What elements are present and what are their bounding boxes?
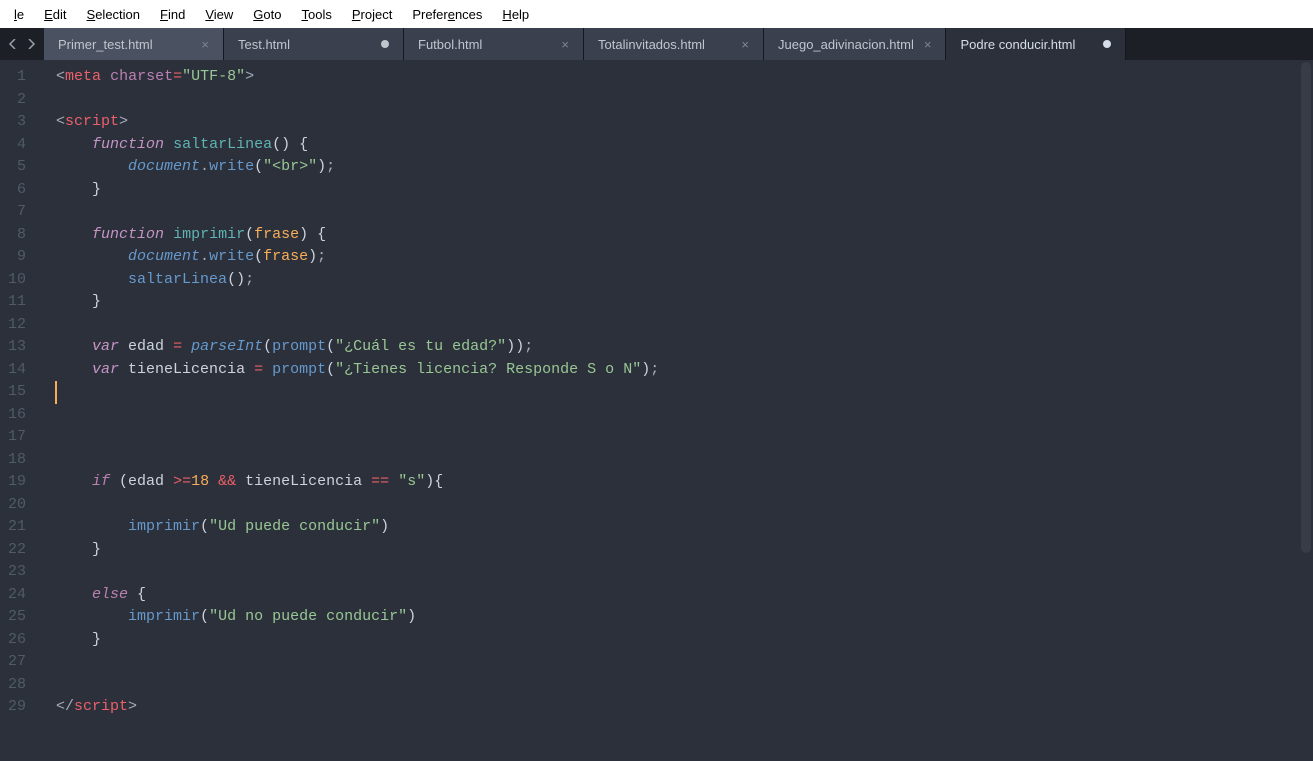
text-cursor — [55, 381, 57, 404]
close-icon[interactable]: × — [561, 37, 569, 52]
tab-label: Test.html — [238, 37, 371, 52]
code-line[interactable] — [56, 314, 1313, 337]
code-editor[interactable]: 1234567891011121314151617181920212223242… — [0, 60, 1313, 761]
line-number: 12 — [8, 314, 26, 337]
line-number: 27 — [8, 651, 26, 674]
code-line[interactable] — [56, 426, 1313, 449]
code-content[interactable]: <meta charset="UTF-8"> <script> function … — [36, 60, 1313, 761]
code-line[interactable] — [56, 494, 1313, 517]
line-number: 14 — [8, 359, 26, 382]
line-number: 10 — [8, 269, 26, 292]
vertical-scrollbar[interactable] — [1301, 62, 1311, 553]
line-number: 4 — [8, 134, 26, 157]
code-line[interactable] — [56, 651, 1313, 674]
menu-item-view[interactable]: View — [195, 3, 243, 26]
code-line[interactable] — [56, 449, 1313, 472]
line-number: 18 — [8, 449, 26, 472]
menu-item-find[interactable]: Find — [150, 3, 195, 26]
code-line[interactable]: } — [56, 179, 1313, 202]
line-number: 21 — [8, 516, 26, 539]
unsaved-dot-icon — [381, 40, 389, 48]
unsaved-dot-icon — [1103, 40, 1111, 48]
code-line[interactable]: </script> — [56, 696, 1313, 719]
menu-bar: leEditSelectionFindViewGotoToolsProjectP… — [0, 0, 1313, 28]
menu-item-help[interactable]: Help — [492, 3, 539, 26]
menu-item-project[interactable]: Project — [342, 3, 402, 26]
line-number: 17 — [8, 426, 26, 449]
tab-label: Juego_adivinacion.html — [778, 37, 914, 52]
code-line[interactable]: saltarLinea(); — [56, 269, 1313, 292]
menu-item-selection[interactable]: Selection — [77, 3, 150, 26]
line-number: 15 — [8, 381, 26, 404]
line-number: 1 — [8, 66, 26, 89]
code-line[interactable]: } — [56, 539, 1313, 562]
menu-item-goto[interactable]: Goto — [243, 3, 291, 26]
code-line[interactable]: } — [56, 629, 1313, 652]
code-line[interactable]: <meta charset="UTF-8"> — [56, 66, 1313, 89]
line-number: 26 — [8, 629, 26, 652]
line-number: 29 — [8, 696, 26, 719]
line-number: 13 — [8, 336, 26, 359]
code-line[interactable]: imprimir("Ud puede conducir") — [56, 516, 1313, 539]
line-number: 19 — [8, 471, 26, 494]
tab-test-html[interactable]: Test.html — [224, 28, 404, 60]
line-number: 22 — [8, 539, 26, 562]
code-line[interactable]: var tieneLicencia = prompt("¿Tienes lice… — [56, 359, 1313, 382]
code-line[interactable]: else { — [56, 584, 1313, 607]
code-line[interactable] — [56, 561, 1313, 584]
code-line[interactable] — [56, 89, 1313, 112]
tab-label: Primer_test.html — [58, 37, 191, 52]
line-number: 28 — [8, 674, 26, 697]
line-number: 2 — [8, 89, 26, 112]
code-line[interactable]: if (edad >=18 && tieneLicencia == "s"){ — [56, 471, 1313, 494]
line-number: 11 — [8, 291, 26, 314]
menu-item-preferences[interactable]: Preferences — [402, 3, 492, 26]
close-icon[interactable]: × — [741, 37, 749, 52]
menu-item-edit[interactable]: Edit — [34, 3, 76, 26]
line-number: 16 — [8, 404, 26, 427]
code-line[interactable]: var edad = parseInt(prompt("¿Cuál es tu … — [56, 336, 1313, 359]
code-line[interactable]: document.write(frase); — [56, 246, 1313, 269]
line-number: 24 — [8, 584, 26, 607]
line-number: 6 — [8, 179, 26, 202]
close-icon[interactable]: × — [201, 37, 209, 52]
tab-bar: Primer_test.html×Test.htmlFutbol.html×To… — [0, 28, 1313, 60]
line-number: 3 — [8, 111, 26, 134]
code-line[interactable] — [56, 381, 1313, 404]
code-line[interactable] — [56, 404, 1313, 427]
code-line[interactable] — [56, 201, 1313, 224]
tab-nav-arrows[interactable] — [0, 28, 44, 60]
close-icon[interactable]: × — [924, 37, 932, 52]
tab-label: Futbol.html — [418, 37, 551, 52]
code-line[interactable]: document.write("<br>"); — [56, 156, 1313, 179]
tab-juego-adivinacion-html[interactable]: Juego_adivinacion.html × — [764, 28, 946, 60]
line-number-gutter: 1234567891011121314151617181920212223242… — [0, 60, 36, 761]
chevron-left-icon — [8, 39, 18, 49]
tab-label: Podre conducir.html — [960, 37, 1093, 52]
line-number: 8 — [8, 224, 26, 247]
code-line[interactable]: function imprimir(frase) { — [56, 224, 1313, 247]
code-line[interactable]: } — [56, 291, 1313, 314]
menu-item-tools[interactable]: Tools — [291, 3, 341, 26]
tab-podre-conducir-html[interactable]: Podre conducir.html — [946, 28, 1126, 60]
code-line[interactable]: function saltarLinea() { — [56, 134, 1313, 157]
tab-primer-test-html[interactable]: Primer_test.html × — [44, 28, 224, 60]
line-number: 9 — [8, 246, 26, 269]
tab-futbol-html[interactable]: Futbol.html × — [404, 28, 584, 60]
line-number: 25 — [8, 606, 26, 629]
menu-item-le[interactable]: le — [4, 3, 34, 26]
code-line[interactable]: <script> — [56, 111, 1313, 134]
code-line[interactable] — [56, 674, 1313, 697]
line-number: 7 — [8, 201, 26, 224]
tab-totalinvitados-html[interactable]: Totalinvitados.html × — [584, 28, 764, 60]
line-number: 20 — [8, 494, 26, 517]
chevron-right-icon — [26, 39, 36, 49]
line-number: 5 — [8, 156, 26, 179]
code-line[interactable]: imprimir("Ud no puede conducir") — [56, 606, 1313, 629]
tab-label: Totalinvitados.html — [598, 37, 731, 52]
line-number: 23 — [8, 561, 26, 584]
